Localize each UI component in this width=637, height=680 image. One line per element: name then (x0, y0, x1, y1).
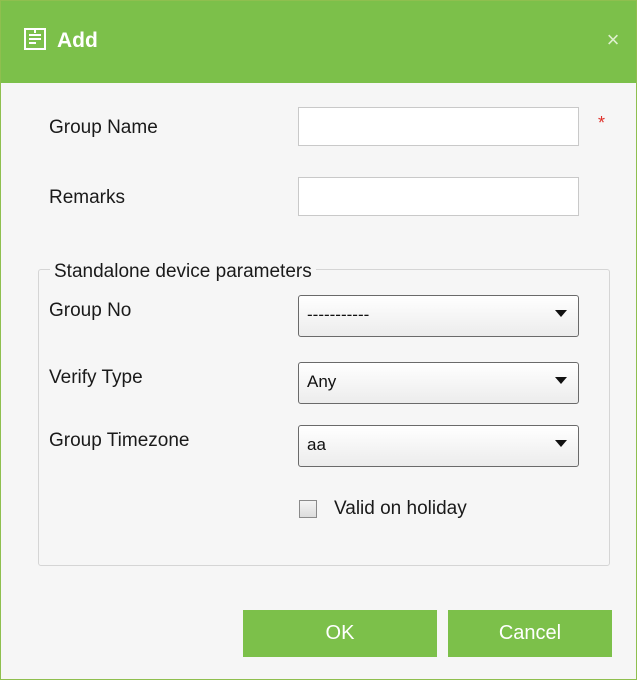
ok-button[interactable]: OK (243, 610, 437, 657)
standalone-parameters-legend: Standalone device parameters (50, 260, 316, 284)
valid-on-holiday-label: Valid on holiday (334, 498, 467, 519)
group-no-value: ----------- (307, 305, 370, 324)
group-no-select[interactable]: ----------- (298, 295, 579, 337)
chevron-down-icon (555, 440, 567, 447)
verify-type-select[interactable]: Any (298, 362, 579, 404)
cancel-button[interactable]: Cancel (448, 610, 612, 657)
verify-type-value: Any (307, 372, 337, 391)
group-timezone-label: Group Timezone (49, 430, 190, 451)
remarks-label: Remarks (49, 187, 126, 208)
form-icon (23, 27, 47, 51)
chevron-down-icon (555, 310, 567, 317)
group-timezone-value: aa (307, 435, 326, 454)
required-marker: * (598, 113, 606, 133)
verify-type-label: Verify Type (49, 367, 143, 388)
group-no-label: Group No (49, 300, 132, 321)
group-name-label: Group Name (49, 117, 158, 138)
dialog-titlebar[interactable]: Add × (1, 1, 636, 83)
close-icon[interactable]: × (602, 29, 624, 51)
valid-on-holiday-checkbox[interactable] (299, 500, 317, 518)
chevron-down-icon (555, 377, 567, 384)
group-name-input[interactable] (298, 107, 579, 146)
remarks-input[interactable] (298, 177, 579, 216)
group-timezone-select[interactable]: aa (298, 425, 579, 467)
dialog-title: Add (57, 29, 98, 52)
add-group-dialog: Add × Group Name * Remarks Standalone de… (0, 0, 637, 680)
